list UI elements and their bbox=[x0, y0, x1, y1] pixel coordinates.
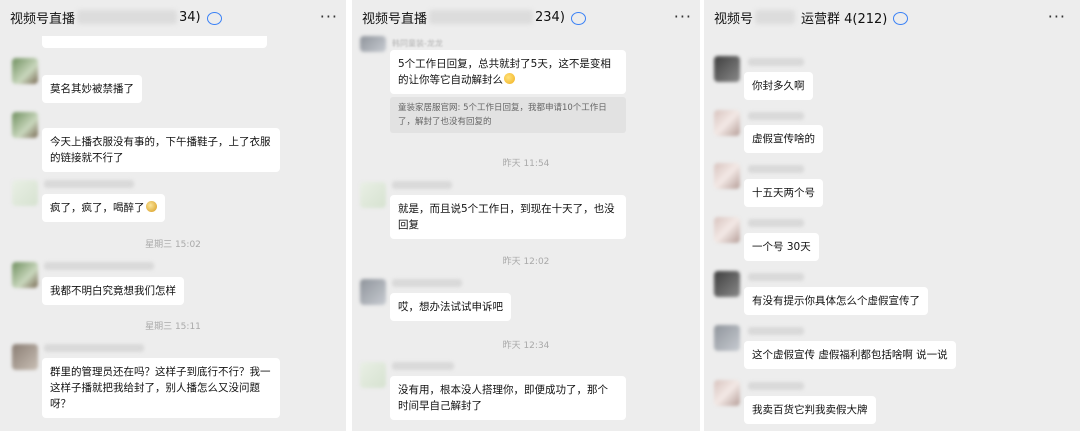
avatar[interactable] bbox=[12, 58, 38, 84]
avatar[interactable] bbox=[714, 163, 740, 189]
timestamp: 昨天 12:02 bbox=[502, 257, 550, 267]
more-dots-icon[interactable]: ··· bbox=[1048, 7, 1066, 26]
title-redacted bbox=[755, 10, 796, 24]
message-text: 今天上播衣服没有事的，下午播鞋子，上了衣服的链接就不行了 bbox=[50, 136, 271, 164]
message-bubble: 十五天两个号 bbox=[744, 179, 823, 207]
avatar[interactable] bbox=[714, 325, 740, 351]
chat-member-count: 运营群 4(212) bbox=[801, 11, 888, 27]
message-text: 有没有提示你具体怎么个虚假宣传了 bbox=[752, 295, 920, 307]
message-bubble: 虚假宣传啥的 bbox=[744, 125, 823, 153]
chat-panel-3: 视频号 运营群 4(212) ··· 你封多久啊 虚假宣传啥的 十五天两个号 一… bbox=[704, 0, 1080, 431]
message-text: 十五天两个号 bbox=[752, 187, 815, 199]
avatar[interactable] bbox=[360, 182, 386, 208]
sender-name-redacted bbox=[44, 180, 134, 188]
timestamp: 星期三 15:02 bbox=[145, 240, 201, 250]
chat-panel-1: 视频号直播 34) ··· 莫名其妙被禁播了 今天上播衣服没有事的，下午播鞋子，… bbox=[0, 0, 346, 431]
message-bubble: 群里的管理员还在吗？这样子到底行不行？我一这样子播就把我给封了，别人播怎么又没问… bbox=[42, 358, 280, 418]
sender-name-redacted bbox=[44, 344, 144, 352]
sender-name: 韩同童装-龙龙 bbox=[392, 39, 443, 48]
sender-name-redacted bbox=[748, 327, 804, 335]
sender-name-redacted bbox=[44, 262, 154, 270]
message-text: 你封多久啊 bbox=[752, 80, 805, 92]
message-bubble: 这个虚假宣传 虚假福利都包括啥啊 说一说 bbox=[744, 341, 956, 369]
chat-title: 视频号 bbox=[714, 11, 754, 27]
message-bubble: 我卖百货它判我卖假大牌 bbox=[744, 396, 876, 424]
chat-bubble-icon[interactable] bbox=[206, 11, 222, 25]
sender-name-redacted bbox=[748, 273, 804, 281]
message-bubble: 哎，想办法试试申诉吧 bbox=[390, 293, 511, 321]
message-bubble: 今天上播衣服没有事的，下午播鞋子，上了衣服的链接就不行了 bbox=[42, 128, 280, 172]
message-bubble: 就是，而且说5个工作日，到现在十天了，也没回复 bbox=[390, 195, 626, 239]
message-text: 群里的管理员还在吗？这样子到底行不行？我一这样子播就把我给封了，别人播怎么又没问… bbox=[50, 366, 271, 410]
avatar[interactable] bbox=[12, 112, 38, 138]
message-bubble: 疯了，疯了，喝醉了 bbox=[42, 194, 165, 222]
avatar[interactable] bbox=[12, 180, 38, 206]
message-bubble: 一个号 30天 bbox=[744, 233, 819, 261]
sender-name-redacted bbox=[748, 219, 804, 227]
chat-member-count: 34) bbox=[179, 9, 201, 25]
avatar[interactable] bbox=[360, 279, 386, 305]
timestamp: 昨天 12:34 bbox=[502, 341, 550, 351]
more-dots-icon[interactable]: ··· bbox=[674, 7, 692, 26]
avatar[interactable] bbox=[714, 217, 740, 243]
chat-bubble-icon[interactable] bbox=[893, 11, 909, 25]
message-text: 我都不明白究竟想我们怎样 bbox=[50, 285, 176, 297]
message-text: 一个号 30天 bbox=[752, 241, 811, 253]
chat-panel-2: 视频号直播 234) ··· 韩同童装-龙龙 5个工作日回复，总共就封了5天，这… bbox=[352, 0, 700, 431]
avatar[interactable] bbox=[360, 362, 386, 388]
message-text: 哎，想办法试试申诉吧 bbox=[398, 301, 503, 313]
message-text: 就是，而且说5个工作日，到现在十天了，也没回复 bbox=[398, 203, 615, 231]
more-dots-icon[interactable]: ··· bbox=[320, 7, 338, 26]
chat-title: 视频号直播 bbox=[362, 11, 428, 27]
grin-sweat-emoji bbox=[504, 73, 515, 84]
sender-name-redacted bbox=[392, 279, 462, 287]
message-bubble: 5个工作日回复，总共就封了5天，这不是变相的让你等它自动解封么 bbox=[390, 50, 626, 94]
sender-name-redacted bbox=[748, 58, 804, 66]
money-face-emoji bbox=[145, 201, 157, 212]
sender-name-redacted bbox=[748, 165, 804, 173]
chat-member-count: 234) bbox=[535, 9, 565, 25]
message-bubble: 我都不明白究竟想我们怎样 bbox=[42, 277, 184, 305]
title-redacted bbox=[429, 10, 534, 24]
avatar[interactable] bbox=[360, 36, 386, 52]
sender-name-redacted bbox=[748, 382, 804, 390]
chat-header: 视频号直播 34) bbox=[0, 0, 346, 34]
title-redacted bbox=[77, 10, 178, 24]
message-text: 疯了，疯了，喝醉了 bbox=[50, 202, 145, 214]
sender-name-redacted bbox=[748, 112, 804, 120]
message-text: 虚假宣传啥的 bbox=[752, 133, 815, 145]
timestamp: 星期三 15:11 bbox=[145, 322, 201, 332]
avatar[interactable] bbox=[714, 110, 740, 136]
avatar[interactable] bbox=[12, 262, 38, 288]
message-bubble: 莫名其妙被禁播了 bbox=[42, 75, 142, 103]
avatar[interactable] bbox=[714, 271, 740, 297]
quoted-message[interactable]: 童装家居服官网: 5个工作日回复，我都申请10个工作日了，解封了也没有回复的 bbox=[390, 97, 626, 133]
quote-text: 童装家居服官网: 5个工作日回复，我都申请10个工作日了，解封了也没有回复的 bbox=[398, 103, 607, 127]
message-text: 没有用，根本没人搭理你，即便成功了，那个时间早自己解封了 bbox=[398, 384, 608, 412]
sender-name-redacted bbox=[392, 362, 454, 370]
message-text: 莫名其妙被禁播了 bbox=[50, 83, 134, 95]
avatar[interactable] bbox=[714, 380, 740, 406]
timestamp: 昨天 11:54 bbox=[502, 159, 550, 169]
message-text: 我卖百货它判我卖假大牌 bbox=[752, 404, 868, 416]
avatar[interactable] bbox=[12, 344, 38, 370]
avatar[interactable] bbox=[714, 56, 740, 82]
chat-title: 视频号直播 bbox=[10, 11, 76, 27]
chat-bubble-icon[interactable] bbox=[570, 11, 586, 25]
sender-name-redacted bbox=[392, 181, 452, 189]
message-text: 这个虚假宣传 虚假福利都包括啥啊 说一说 bbox=[752, 349, 948, 361]
message-bubble: 有没有提示你具体怎么个虚假宣传了 bbox=[744, 287, 928, 315]
message-bubble-cutoff bbox=[42, 36, 267, 48]
message-bubble: 你封多久啊 bbox=[744, 72, 813, 100]
message-bubble: 没有用，根本没人搭理你，即便成功了，那个时间早自己解封了 bbox=[390, 376, 626, 420]
chat-header: 视频号直播 234) bbox=[352, 0, 700, 34]
chat-header: 视频号 运营群 4(212) bbox=[704, 0, 1080, 34]
